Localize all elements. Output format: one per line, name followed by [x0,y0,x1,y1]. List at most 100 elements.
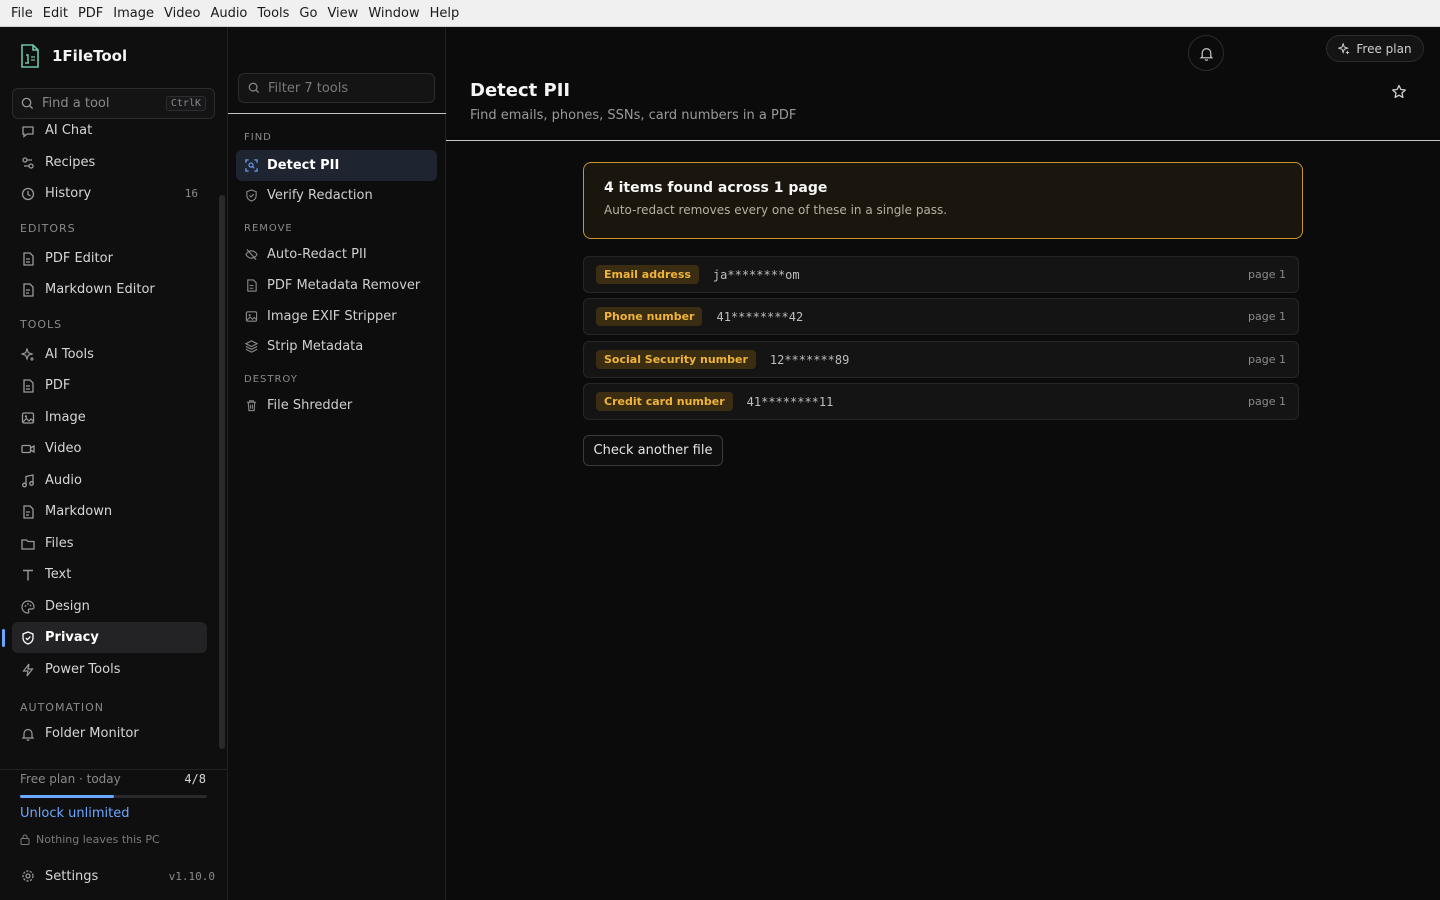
section-find: FIND [244,132,272,143]
sidebar-item-label: Recipes [45,155,96,170]
tool-auto-redact-pii[interactable]: Auto-Redact PII [236,239,437,270]
chat-icon [21,124,35,138]
tool-image-exif-stripper[interactable]: Image EXIF Stripper [236,301,437,332]
sidebar-item-pdf-editor[interactable]: PDF Editor [12,243,207,274]
section-destroy: DESTROY [244,374,298,385]
tool-label: PDF Metadata Remover [267,278,421,293]
menu-edit[interactable]: Edit [38,6,73,21]
app-name: 1FileTool [52,47,128,65]
sidebar-item-power-tools[interactable]: Power Tools [12,654,207,685]
sidebar-item-audio[interactable]: Audio [12,465,207,496]
sidebar-item-label: AI Chat [45,123,93,138]
sidebar-item-markdown[interactable]: Markdown [12,496,207,527]
finding-type-badge: Phone number [596,307,703,326]
menu-go[interactable]: Go [294,6,322,21]
menu-view[interactable]: View [322,6,363,21]
sidebar-item-label: History [45,186,92,201]
sidebar-item-video[interactable]: Video [12,433,207,464]
finding-type-badge: Email address [596,265,699,284]
sidebar-item-text[interactable]: Text [12,559,207,590]
sidebar-item-files[interactable]: Files [12,528,207,559]
folder-icon [21,537,35,551]
tool-filter-input[interactable]: Filter 7 tools [238,73,435,103]
menu-tools[interactable]: Tools [252,6,294,21]
sidebar-item-ai-chat[interactable]: AI Chat [12,123,207,146]
settings-button[interactable]: Settings v1.10.0 [12,861,215,891]
search-icon [21,97,34,110]
tool-verify-redaction[interactable]: Verify Redaction [236,180,437,211]
menu-pdf[interactable]: PDF [73,6,108,21]
sidebar-item-markdown-editor[interactable]: Markdown Editor [12,274,207,305]
finding-page: page 1 [1248,353,1286,366]
page-subtitle: Find emails, phones, SSNs, card numbers … [470,108,797,123]
finding-row: Phone number 41********42 page 1 [583,298,1299,335]
menu-video[interactable]: Video [159,6,205,21]
section-tools: TOOLS [20,318,63,331]
menu-window[interactable]: Window [363,6,424,21]
sparkle-icon [21,347,35,362]
finding-type-badge: Credit card number [596,392,733,411]
gear-icon [21,869,35,883]
eye-off-icon [245,248,258,261]
finding-row: Credit card number 41********11 page 1 [583,383,1299,420]
favorite-button[interactable] [1391,84,1407,104]
tool-strip-metadata[interactable]: Strip Metadata [236,331,437,362]
active-indicator [2,629,5,647]
sidebar-item-label: Markdown [45,504,113,519]
file-icon [245,279,258,292]
main-content: Free plan Detect PII Find emails, phones… [446,27,1440,900]
sidebar-item-history[interactable]: History 16 [12,178,207,209]
menu-bar: File Edit PDF Image Video Audio Tools Go… [0,0,1440,27]
sidebar-item-label: Text [45,567,72,582]
bell-icon [21,727,35,741]
history-count: 16 [184,187,198,200]
sidebar-scrollbar[interactable] [219,195,225,749]
sidebar-item-privacy[interactable]: Privacy [12,622,207,653]
markdown-icon [21,504,35,519]
settings-label: Settings [45,868,99,884]
pdf-editor-icon [21,251,35,266]
tool-label: Detect PII [267,158,340,173]
palette-icon [21,599,35,614]
sidebar-item-label: PDF Editor [45,251,113,266]
plan-usage-bar [20,795,207,798]
page-title: Detect PII [470,80,571,101]
tool-file-shredder[interactable]: File Shredder [236,390,437,421]
lock-icon [20,834,30,845]
unlock-unlimited-link[interactable]: Unlock unlimited [20,806,129,821]
free-plan-button[interactable]: Free plan [1326,35,1424,62]
menu-help[interactable]: Help [425,6,465,21]
tool-detect-pii[interactable]: Detect PII [236,150,437,181]
sidebar-item-ai-tools[interactable]: AI Tools [12,339,207,370]
finding-page: page 1 [1248,395,1286,408]
local-note: Nothing leaves this PC [20,833,160,846]
menu-file[interactable]: File [6,6,38,21]
tool-pdf-metadata-remover[interactable]: PDF Metadata Remover [236,270,437,301]
brand[interactable]: 1FileTool [20,44,127,68]
tool-label: Image EXIF Stripper [267,309,397,324]
sparkle-icon [1338,42,1350,54]
app-version: v1.10.0 [168,869,215,883]
free-plan-label: Free plan [1356,41,1412,56]
sidebar-item-recipes[interactable]: Recipes [12,147,207,178]
sidebar-nav: AI Chat Recipes History 16 EDITORS PDF E… [0,123,214,753]
sidebar-item-label: Markdown Editor [45,282,155,297]
audio-icon [21,473,35,488]
sidebar-item-folder-monitor[interactable]: Folder Monitor [12,718,207,749]
video-icon [21,442,35,456]
recipes-icon [21,156,35,170]
sidebar-item-image[interactable]: Image [12,402,207,433]
search-placeholder: Find a tool [42,96,110,111]
plan-usage-fill [20,795,114,798]
notifications-button[interactable] [1188,35,1224,71]
finding-value: 12*******89 [769,352,850,367]
bolt-icon [21,663,35,677]
sidebar-item-design[interactable]: Design [12,591,207,622]
check-another-file-button[interactable]: Check another file [583,435,723,466]
menu-audio[interactable]: Audio [205,6,252,21]
app-logo-icon [21,44,39,68]
markdown-editor-icon [21,282,35,297]
menu-image[interactable]: Image [108,6,159,21]
tool-search-input[interactable]: Find a tool CtrlK [12,88,215,119]
sidebar-item-pdf[interactable]: PDF [12,370,207,401]
